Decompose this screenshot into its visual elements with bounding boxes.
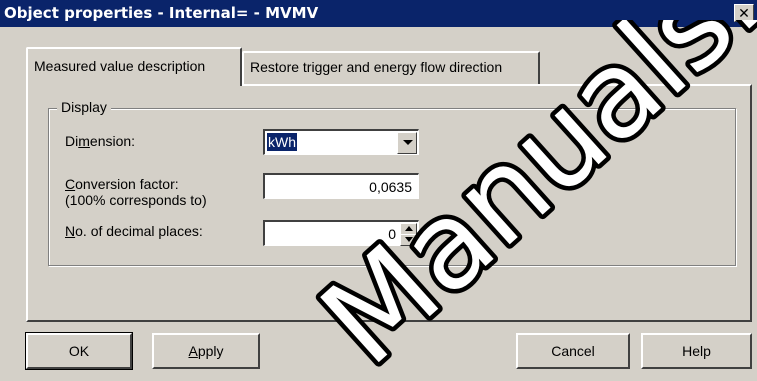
- display-groupbox: Display Dimension: kWh Conversion factor…: [48, 99, 736, 266]
- decimal-places-spinner[interactable]: 0: [263, 220, 419, 246]
- cancel-label: Cancel: [551, 343, 595, 359]
- chevron-down-icon: [403, 140, 413, 145]
- conversion-factor-sublabel: (100% corresponds to): [65, 192, 207, 208]
- help-label: Help: [682, 343, 711, 359]
- chevron-down-icon: [405, 237, 413, 242]
- cancel-button[interactable]: Cancel: [516, 333, 630, 369]
- dimension-dropdown-button[interactable]: [397, 132, 417, 154]
- spin-down-button[interactable]: [400, 234, 417, 246]
- dimension-label: Dimension:: [65, 133, 136, 149]
- group-title: Display: [57, 99, 111, 115]
- apply-button[interactable]: Apply: [152, 333, 260, 369]
- decimal-places-label: No. of decimal places:: [65, 223, 203, 239]
- apply-label: Apply: [188, 343, 224, 359]
- object-properties-dialog: Object properties - Internal= - MVMV ✕ M…: [0, 0, 757, 381]
- window-title: Object properties - Internal= - MVMV: [4, 4, 319, 22]
- tab-measured-value-description[interactable]: Measured value description: [26, 47, 242, 86]
- chevron-up-icon: [405, 226, 413, 231]
- ok-label: OK: [68, 343, 90, 359]
- tab-panel: Display Dimension: kWh Conversion factor…: [26, 84, 752, 322]
- dimension-value: kWh: [267, 133, 297, 151]
- close-icon: ✕: [738, 5, 750, 21]
- tab-restore-trigger[interactable]: Restore trigger and energy flow directio…: [242, 51, 540, 84]
- conversion-factor-label: Conversion factor:: [65, 176, 179, 192]
- decimal-places-value: 0: [388, 226, 396, 242]
- help-button[interactable]: Help: [641, 333, 752, 369]
- title-bar: Object properties - Internal= - MVMV ✕: [0, 0, 757, 27]
- ok-button[interactable]: OK: [25, 332, 133, 370]
- conversion-factor-value: 0,0635: [369, 179, 412, 195]
- close-button[interactable]: ✕: [734, 4, 754, 22]
- tab-label: Measured value description: [34, 58, 206, 74]
- tab-label: Restore trigger and energy flow directio…: [250, 59, 503, 75]
- conversion-factor-input[interactable]: 0,0635: [263, 173, 419, 199]
- dimension-select[interactable]: kWh: [263, 129, 419, 155]
